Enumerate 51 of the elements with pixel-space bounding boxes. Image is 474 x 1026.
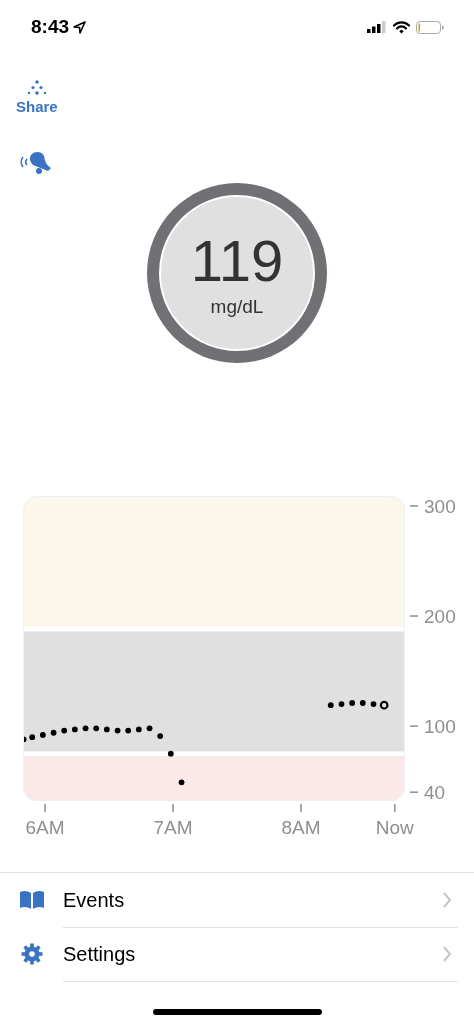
data-point xyxy=(349,700,356,706)
data-point xyxy=(379,700,389,710)
menu-item[interactable]: Settings xyxy=(0,927,474,981)
tick-mark xyxy=(300,803,302,813)
data-point xyxy=(103,726,110,733)
book-icon xyxy=(18,890,45,910)
data-point xyxy=(39,732,46,738)
signal-icon xyxy=(367,21,387,33)
data-point xyxy=(125,727,132,734)
data-point xyxy=(359,700,366,706)
tick-mark xyxy=(44,803,46,813)
data-point xyxy=(50,729,57,736)
tick-mark xyxy=(409,615,419,617)
tick-mark xyxy=(172,803,174,813)
axis-label: 7AM xyxy=(153,817,193,838)
data-point xyxy=(146,725,153,732)
tick-mark xyxy=(409,725,419,727)
data-point xyxy=(370,701,377,707)
location-arrow-icon xyxy=(73,20,87,34)
data-point xyxy=(114,727,121,734)
battery-icon xyxy=(416,20,444,34)
axis-label: 6AM xyxy=(25,817,65,838)
chevron-icon xyxy=(442,892,452,908)
data-point xyxy=(61,727,68,734)
axis-label: 100 xyxy=(424,716,456,738)
data-point xyxy=(338,701,345,707)
data-point xyxy=(157,733,164,739)
data-point xyxy=(167,750,174,757)
axis-label: Now xyxy=(375,817,414,838)
status-time: 8:43 xyxy=(31,16,70,38)
axis-label: 200 xyxy=(424,606,456,627)
wifi-icon xyxy=(393,20,410,34)
tick-mark xyxy=(409,791,419,793)
axis-label: 300 xyxy=(424,495,456,517)
data-point xyxy=(71,726,78,733)
data-point xyxy=(29,734,36,741)
chevron-icon xyxy=(442,946,452,962)
axis-label: 40 xyxy=(424,782,446,804)
data-point xyxy=(82,725,89,732)
data-point xyxy=(135,726,142,733)
data-point xyxy=(23,736,27,743)
data-point xyxy=(327,702,334,709)
tick-mark xyxy=(394,803,396,813)
menu-item[interactable]: Events xyxy=(0,873,474,927)
tick-mark xyxy=(409,505,419,507)
share-button[interactable]: Share xyxy=(14,78,60,117)
glucose-unit: mg/dL xyxy=(210,296,264,318)
axis-label: 8AM xyxy=(281,817,321,838)
glucose-value: 119 xyxy=(190,232,284,290)
data-point xyxy=(93,725,100,732)
data-point xyxy=(178,779,185,786)
